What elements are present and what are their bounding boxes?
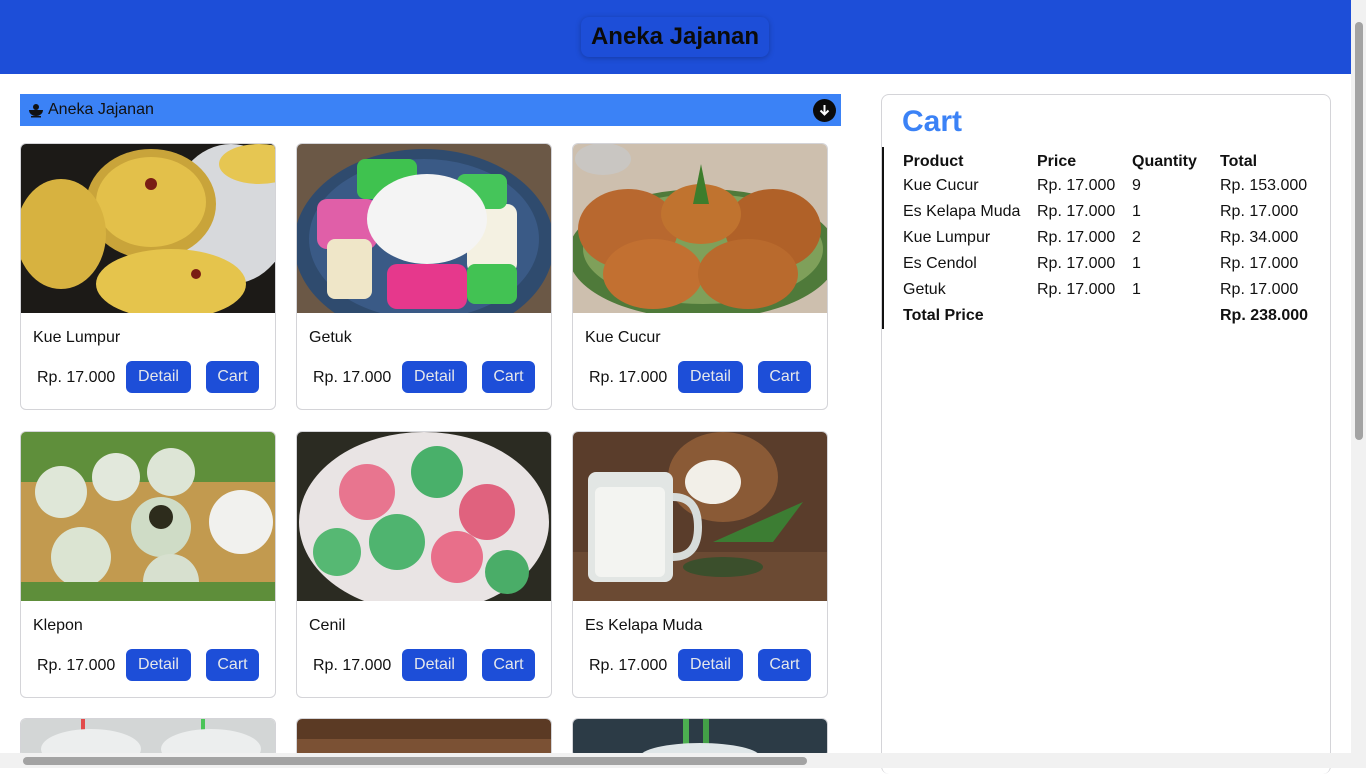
product-card [572,718,828,758]
product-name: Es Kelapa Muda [585,617,703,634]
column-header: Total [1220,153,1258,170]
product-image [21,432,275,601]
product-name: Getuk [309,329,352,346]
cart-cell-price: Rp. 17.000 [1037,177,1116,194]
vertical-scroll-thumb[interactable] [1355,22,1363,440]
product-price: Rp. 17.000 [589,657,668,674]
total-price-value: Rp. 238.000 [1220,307,1309,324]
cart-cell-total: Rp. 17.000 [1220,203,1299,220]
cart-total-row: Total Price Rp. 238.000 [903,303,1330,329]
detail-button[interactable]: Detail [678,361,743,393]
column-header: Quantity [1132,153,1197,170]
product-image [573,144,827,313]
cart-cell-product: Es Cendol [903,255,977,272]
table-row: Es Kelapa Muda Rp. 17.000 1 Rp. 17.000 [903,199,1330,225]
add-to-cart-button[interactable]: Cart [482,649,535,681]
horizontal-scroll-thumb[interactable] [23,757,807,765]
product-price: Rp. 17.000 [37,369,116,386]
cart-cell-quantity: 1 [1132,255,1141,272]
product-name: Kue Cucur [585,329,661,346]
detail-button[interactable]: Detail [402,361,467,393]
category-label: Aneka Jajanan [48,101,154,118]
cart-cell-total: Rp. 17.000 [1220,255,1299,272]
cart-cell-price: Rp. 17.000 [1037,255,1116,272]
product-price: Rp. 17.000 [37,657,116,674]
add-to-cart-button[interactable]: Cart [206,649,259,681]
cart-cell-quantity: 2 [1132,229,1141,246]
cart-title: Cart [902,105,963,138]
table-row: Getuk Rp. 17.000 1 Rp. 17.000 [903,277,1330,303]
product-price: Rp. 17.000 [313,369,392,386]
product-image [297,144,551,313]
product-name: Klepon [33,617,83,634]
top-header: Aneka Jajanan [0,0,1351,74]
product-card: Kue Cucur Rp. 17.000 Detail Cart [572,143,828,410]
cart-cell-quantity: 1 [1132,203,1141,220]
detail-button[interactable]: Detail [126,649,191,681]
cart-cell-total: Rp. 17.000 [1220,281,1299,298]
product-card: Kue Lumpur Rp. 17.000 Detail Cart [20,143,276,410]
cart-cell-total: Rp. 34.000 [1220,229,1299,246]
product-card: Es Kelapa Muda Rp. 17.000 Detail Cart [572,431,828,698]
table-row: Es Cendol Rp. 17.000 1 Rp. 17.000 [903,251,1330,277]
product-card: Getuk Rp. 17.000 Detail Cart [296,143,552,410]
cart-cell-product: Es Kelapa Muda [903,203,1021,220]
product-image [21,144,275,313]
product-name: Kue Lumpur [33,329,121,346]
vertical-scrollbar[interactable] [1351,0,1366,768]
table-row: Kue Cucur Rp. 17.000 9 Rp. 153.000 [903,173,1330,199]
product-card: Klepon Rp. 17.000 Detail Cart [20,431,276,698]
cart-cell-product: Kue Lumpur [903,229,991,246]
cart-cell-quantity: 1 [1132,281,1141,298]
brand-title[interactable]: Aneka Jajanan [581,17,769,57]
table-row: Kue Lumpur Rp. 17.000 2 Rp. 34.000 [903,225,1330,251]
bowl-icon [28,102,44,118]
detail-button[interactable]: Detail [678,649,743,681]
product-card [296,718,552,758]
product-card [20,718,276,758]
cart-cell-price: Rp. 17.000 [1037,229,1116,246]
product-image [297,432,551,601]
cart-panel: Cart Product Price Quantity Total Kue Cu… [881,94,1331,774]
arrow-down-circle-icon[interactable] [813,99,836,122]
category-dropdown[interactable]: Aneka Jajanan [20,94,841,126]
horizontal-scrollbar[interactable] [0,753,1351,768]
cart-cell-price: Rp. 17.000 [1037,203,1116,220]
add-to-cart-button[interactable]: Cart [482,361,535,393]
cart-table: Product Price Quantity Total Kue Cucur R… [903,151,1330,329]
cart-cell-quantity: 9 [1132,177,1141,194]
add-to-cart-button[interactable]: Cart [758,361,811,393]
cart-divider [882,147,884,329]
cart-cell-total: Rp. 153.000 [1220,177,1308,194]
cart-cell-price: Rp. 17.000 [1037,281,1116,298]
total-price-label: Total Price [903,307,984,324]
product-name: Cenil [309,617,346,634]
cart-cell-product: Getuk [903,281,946,298]
product-price: Rp. 17.000 [589,369,668,386]
product-card: Cenil Rp. 17.000 Detail Cart [296,431,552,698]
cart-header-row: Product Price Quantity Total [903,151,1330,173]
add-to-cart-button[interactable]: Cart [206,361,259,393]
column-header: Price [1037,153,1077,170]
add-to-cart-button[interactable]: Cart [758,649,811,681]
column-header: Product [903,153,964,170]
cart-cell-product: Kue Cucur [903,177,979,194]
detail-button[interactable]: Detail [402,649,467,681]
detail-button[interactable]: Detail [126,361,191,393]
product-price: Rp. 17.000 [313,657,392,674]
product-image [573,432,827,601]
